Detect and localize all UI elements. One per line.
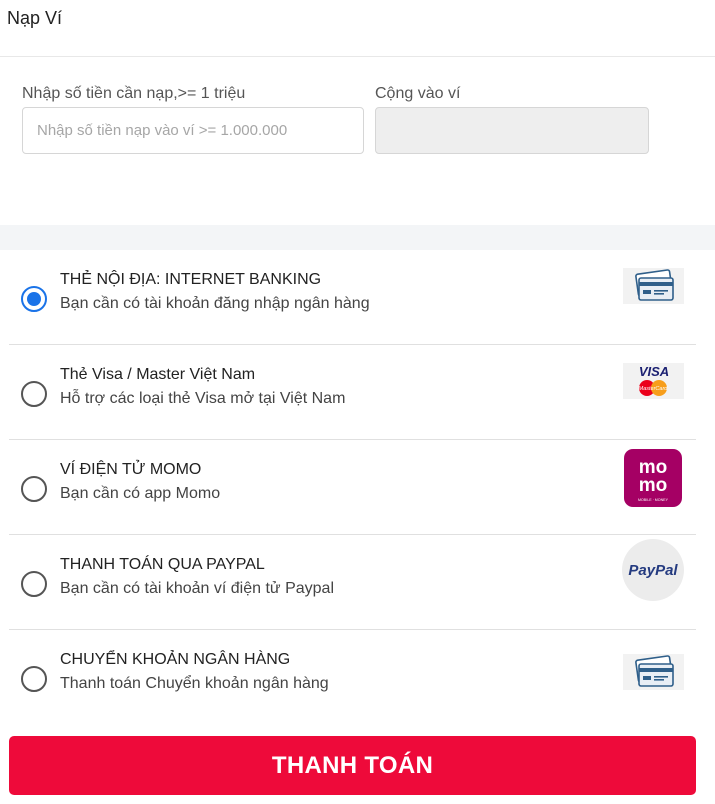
payment-method-visa-master[interactable]: Thẻ Visa / Master Việt Nam Hỗ trợ các lo…	[9, 345, 696, 440]
pay-button[interactable]: THANH TOÁN	[9, 736, 696, 795]
payment-method-list: THẺ NỘI ĐỊA: INTERNET BANKING Bạn cần có…	[9, 250, 696, 725]
visa-mastercard-icon: VISA MasterCard	[623, 363, 684, 404]
method-title: THẺ NỘI ĐỊA: INTERNET BANKING	[60, 271, 322, 288]
section-separator	[0, 225, 715, 250]
momo-icon: mo mo MOBILE · MONEY	[624, 449, 682, 512]
method-title: Thẻ Visa / Master Việt Nam	[60, 366, 256, 383]
method-description: Bạn cần có tài khoản ví điện tử Paypal	[60, 580, 334, 597]
method-title: THANH TOÁN QUA PAYPAL	[60, 556, 265, 573]
added-to-wallet-label: Cộng vào ví	[375, 85, 461, 102]
radio-button[interactable]	[21, 286, 47, 312]
added-to-wallet-field	[375, 107, 649, 154]
radio-button[interactable]	[21, 571, 47, 597]
bank-card-icon	[623, 268, 684, 309]
method-description: Bạn cần có app Momo	[60, 485, 221, 502]
momo-logo-line2: mo	[639, 475, 668, 496]
method-description: Bạn cần có tài khoản đăng nhập ngân hàng	[60, 295, 370, 312]
amount-section: Nhập số tiền cần nạp,>= 1 triệu Cộng vào…	[0, 57, 715, 225]
payment-method-paypal[interactable]: THANH TOÁN QUA PAYPAL Bạn cần có tài kho…	[9, 535, 696, 630]
amount-input[interactable]	[22, 107, 364, 154]
paypal-logo-text: PayPal	[628, 562, 678, 579]
radio-button[interactable]	[21, 666, 47, 692]
method-description: Thanh toán Chuyển khoản ngân hàng	[60, 675, 329, 692]
amount-label: Nhập số tiền cần nạp,>= 1 triệu	[22, 85, 246, 102]
payment-method-momo[interactable]: VÍ ĐIỆN TỬ MOMO Bạn cần có app Momo mo m…	[9, 440, 696, 535]
radio-button[interactable]	[21, 476, 47, 502]
page-header: Nạp Ví	[0, 0, 715, 57]
bank-card-icon	[623, 654, 684, 695]
payment-method-bank-transfer[interactable]: CHUYỂN KHOẢN NGÂN HÀNG Thanh toán Chuyển…	[9, 630, 696, 725]
page-title: Nạp Ví	[7, 8, 63, 28]
payment-method-internet-banking[interactable]: THẺ NỘI ĐỊA: INTERNET BANKING Bạn cần có…	[9, 250, 696, 345]
method-title: VÍ ĐIỆN TỬ MOMO	[60, 461, 202, 478]
radio-button[interactable]	[21, 381, 47, 407]
method-description: Hỗ trợ các loại thẻ Visa mở tại Việt Nam	[60, 390, 346, 407]
paypal-icon: PayPal	[622, 539, 684, 606]
mastercard-logo-text: MasterCard	[639, 386, 669, 392]
momo-tagline: MOBILE · MONEY	[638, 498, 669, 502]
visa-logo-text: VISA	[639, 364, 669, 379]
method-title: CHUYỂN KHOẢN NGÂN HÀNG	[60, 651, 291, 668]
